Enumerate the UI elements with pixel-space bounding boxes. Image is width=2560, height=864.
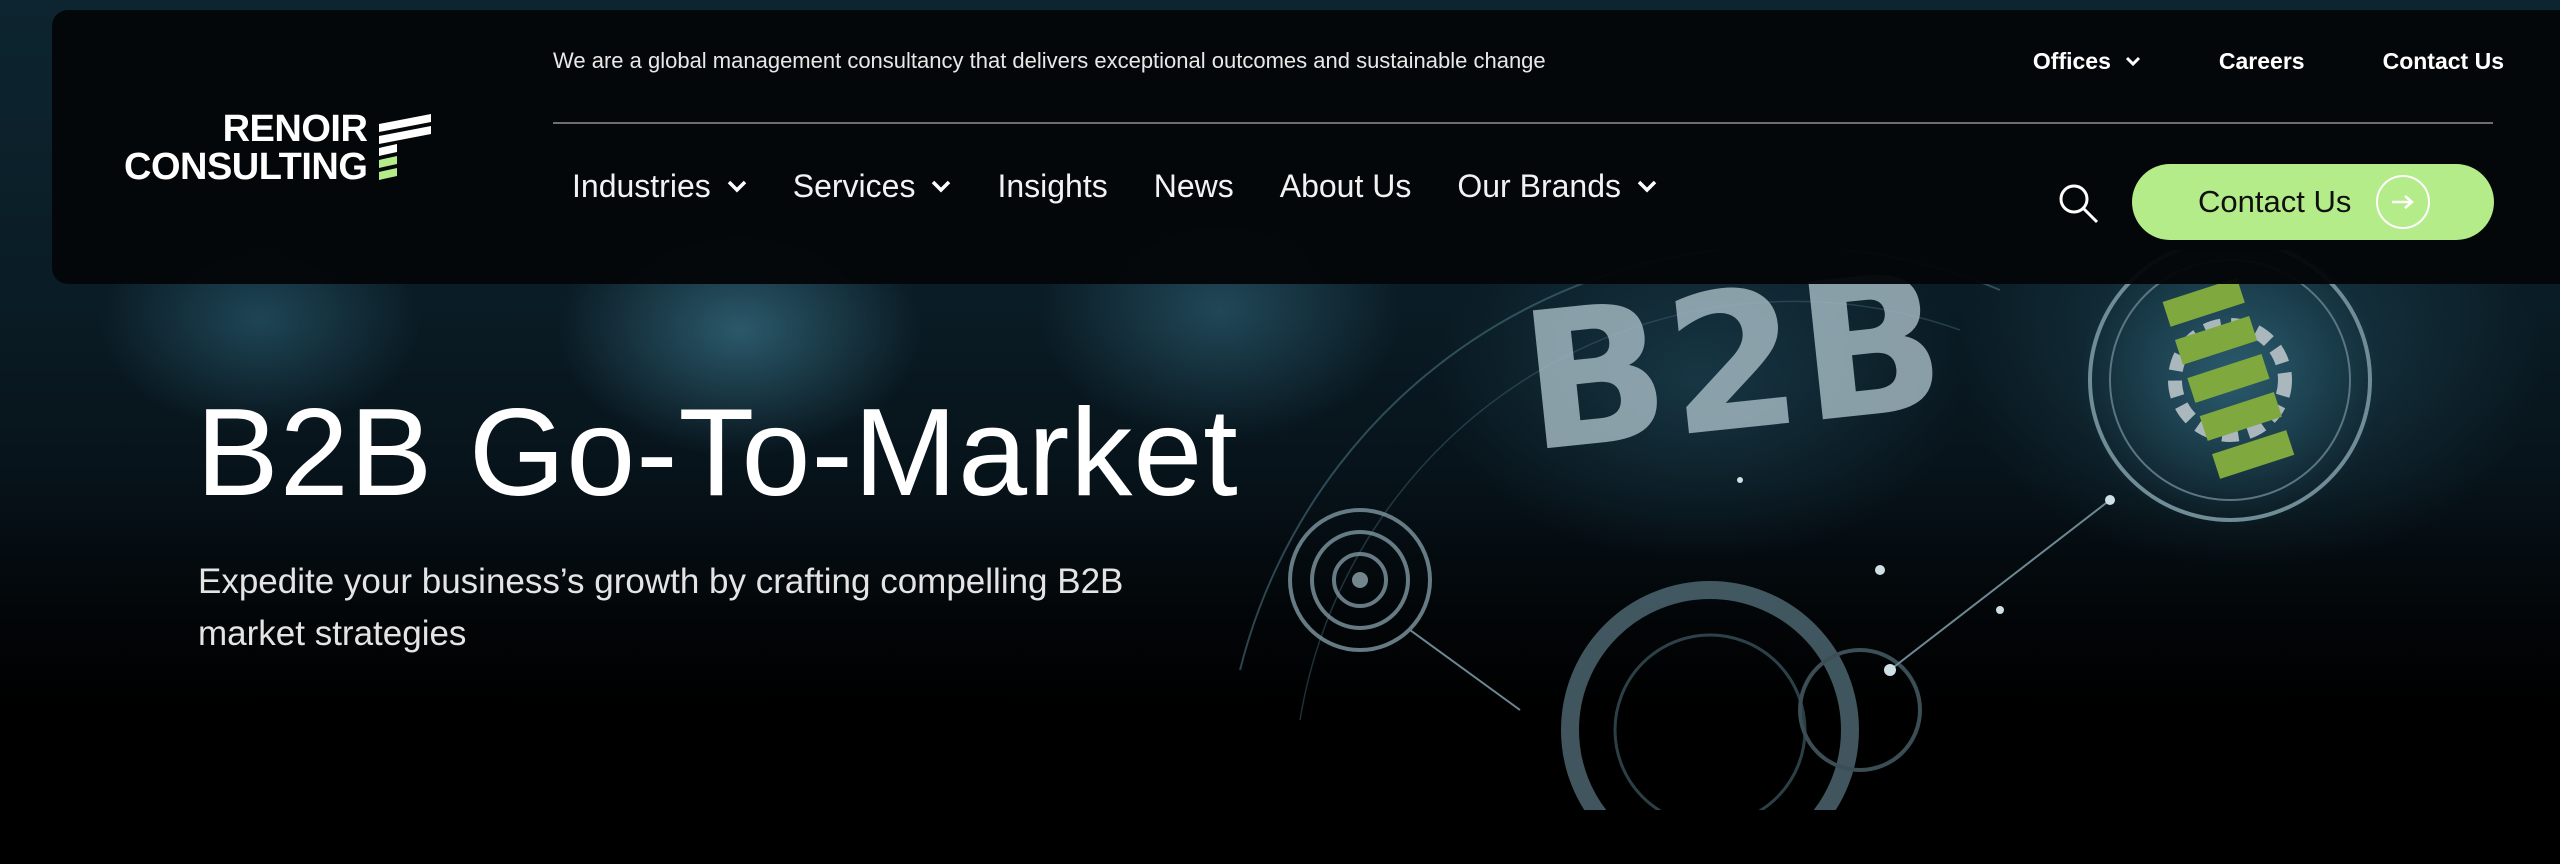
chevron-down-icon xyxy=(2125,56,2140,66)
gear-badge-icon xyxy=(2080,250,2380,530)
nav-industries-label: Industries xyxy=(572,168,711,204)
nav-insights[interactable]: Insights xyxy=(997,168,1107,205)
nav-news[interactable]: News xyxy=(1154,168,1234,205)
nav-contact-us[interactable]: Contact Us xyxy=(2383,48,2504,75)
arrow-right-icon xyxy=(2376,175,2430,229)
chevron-down-icon xyxy=(1637,180,1657,192)
search-button[interactable] xyxy=(2057,182,2101,226)
tagline: We are a global management consultancy t… xyxy=(553,48,1546,73)
nav-offices-label: Offices xyxy=(2032,48,2111,74)
search-icon xyxy=(2059,184,2099,224)
main-nav: Industries Services Insights News About … xyxy=(572,168,1657,205)
hero-b2b-text: B2B xyxy=(1512,250,1955,495)
logo-mark-icon xyxy=(379,114,432,180)
nav-about-us[interactable]: About Us xyxy=(1280,168,1412,205)
logo-line2: CONSULTING xyxy=(124,146,368,188)
nav-our-brands[interactable]: Our Brands xyxy=(1457,168,1657,205)
site-header: RENOIR CONSULTING We are a global manage… xyxy=(52,10,2560,284)
nav-services[interactable]: Services xyxy=(793,168,952,205)
nav-industries[interactable]: Industries xyxy=(572,168,747,205)
header-divider xyxy=(553,122,2493,124)
hero-b2b-illustration: B2B xyxy=(1239,250,2380,810)
utility-nav: Offices Careers Contact Us xyxy=(2033,48,2504,75)
contact-us-cta-button[interactable]: Contact Us xyxy=(2132,164,2494,240)
nav-services-label: Services xyxy=(792,168,916,204)
nav-offices[interactable]: Offices xyxy=(2033,48,2141,75)
target-icon xyxy=(1288,508,1432,652)
nav-our-brands-label: Our Brands xyxy=(1457,168,1621,204)
chevron-down-icon xyxy=(932,180,951,192)
cta-label: Contact Us xyxy=(2198,184,2352,219)
chevron-down-icon xyxy=(727,180,746,192)
hero-subtitle: Expedite your business’s growth by craft… xyxy=(198,562,1124,653)
page-title: B2B Go-To-Market xyxy=(196,384,1239,522)
logo-line1: RENOIR xyxy=(222,108,368,150)
logo[interactable]: RENOIR CONSULTING xyxy=(124,110,433,186)
nav-careers[interactable]: Careers xyxy=(2219,48,2305,75)
